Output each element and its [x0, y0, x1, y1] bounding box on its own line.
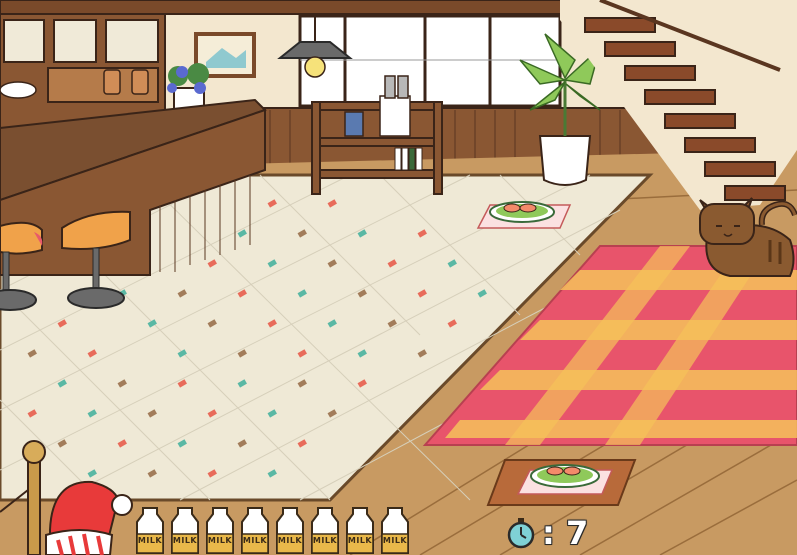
milk-bottle-icon [206, 507, 234, 554]
milk-label: MILK [277, 536, 303, 545]
timer: : 7 [506, 514, 588, 552]
milk-label: MILK [172, 536, 198, 545]
timer-value: : 7 [542, 514, 589, 552]
milk-label: MILK [382, 536, 408, 545]
milk-bottle: MILK [273, 506, 307, 555]
milk-bottle-bar: MILK MILK MILK MILK MILK MILK MILK MILK [133, 506, 412, 555]
milk-bottle: MILK [308, 506, 342, 555]
milk-label: MILK [312, 536, 338, 545]
food-plate-tile[interactable] [476, 201, 572, 229]
milk-bottle-icon [381, 507, 409, 554]
milk-bottle: MILK [203, 506, 237, 555]
game-scene: MILK MILK MILK MILK MILK MILK MILK MILK … [0, 0, 797, 555]
milk-label: MILK [137, 536, 163, 545]
milk-bottle-icon [311, 507, 339, 554]
bowl [0, 81, 37, 99]
milk-bottle: MILK [133, 506, 167, 555]
milk-label: MILK [242, 536, 268, 545]
milk-bottle-icon [171, 507, 199, 554]
milk-bottle-icon [346, 507, 374, 554]
food-plate-rug[interactable] [486, 459, 637, 506]
milk-label: MILK [207, 536, 233, 545]
milk-bottle-icon [276, 507, 304, 554]
stopwatch-icon [507, 518, 535, 549]
milk-bottle: MILK [343, 506, 377, 555]
milk-bottle: MILK [168, 506, 202, 555]
room-background [0, 0, 797, 555]
milk-bottle-icon [241, 507, 269, 554]
milk-bottle-icon [136, 507, 164, 554]
milk-label: MILK [347, 536, 373, 545]
milk-bottle: MILK [238, 506, 272, 555]
milk-bottle: MILK [378, 506, 412, 555]
